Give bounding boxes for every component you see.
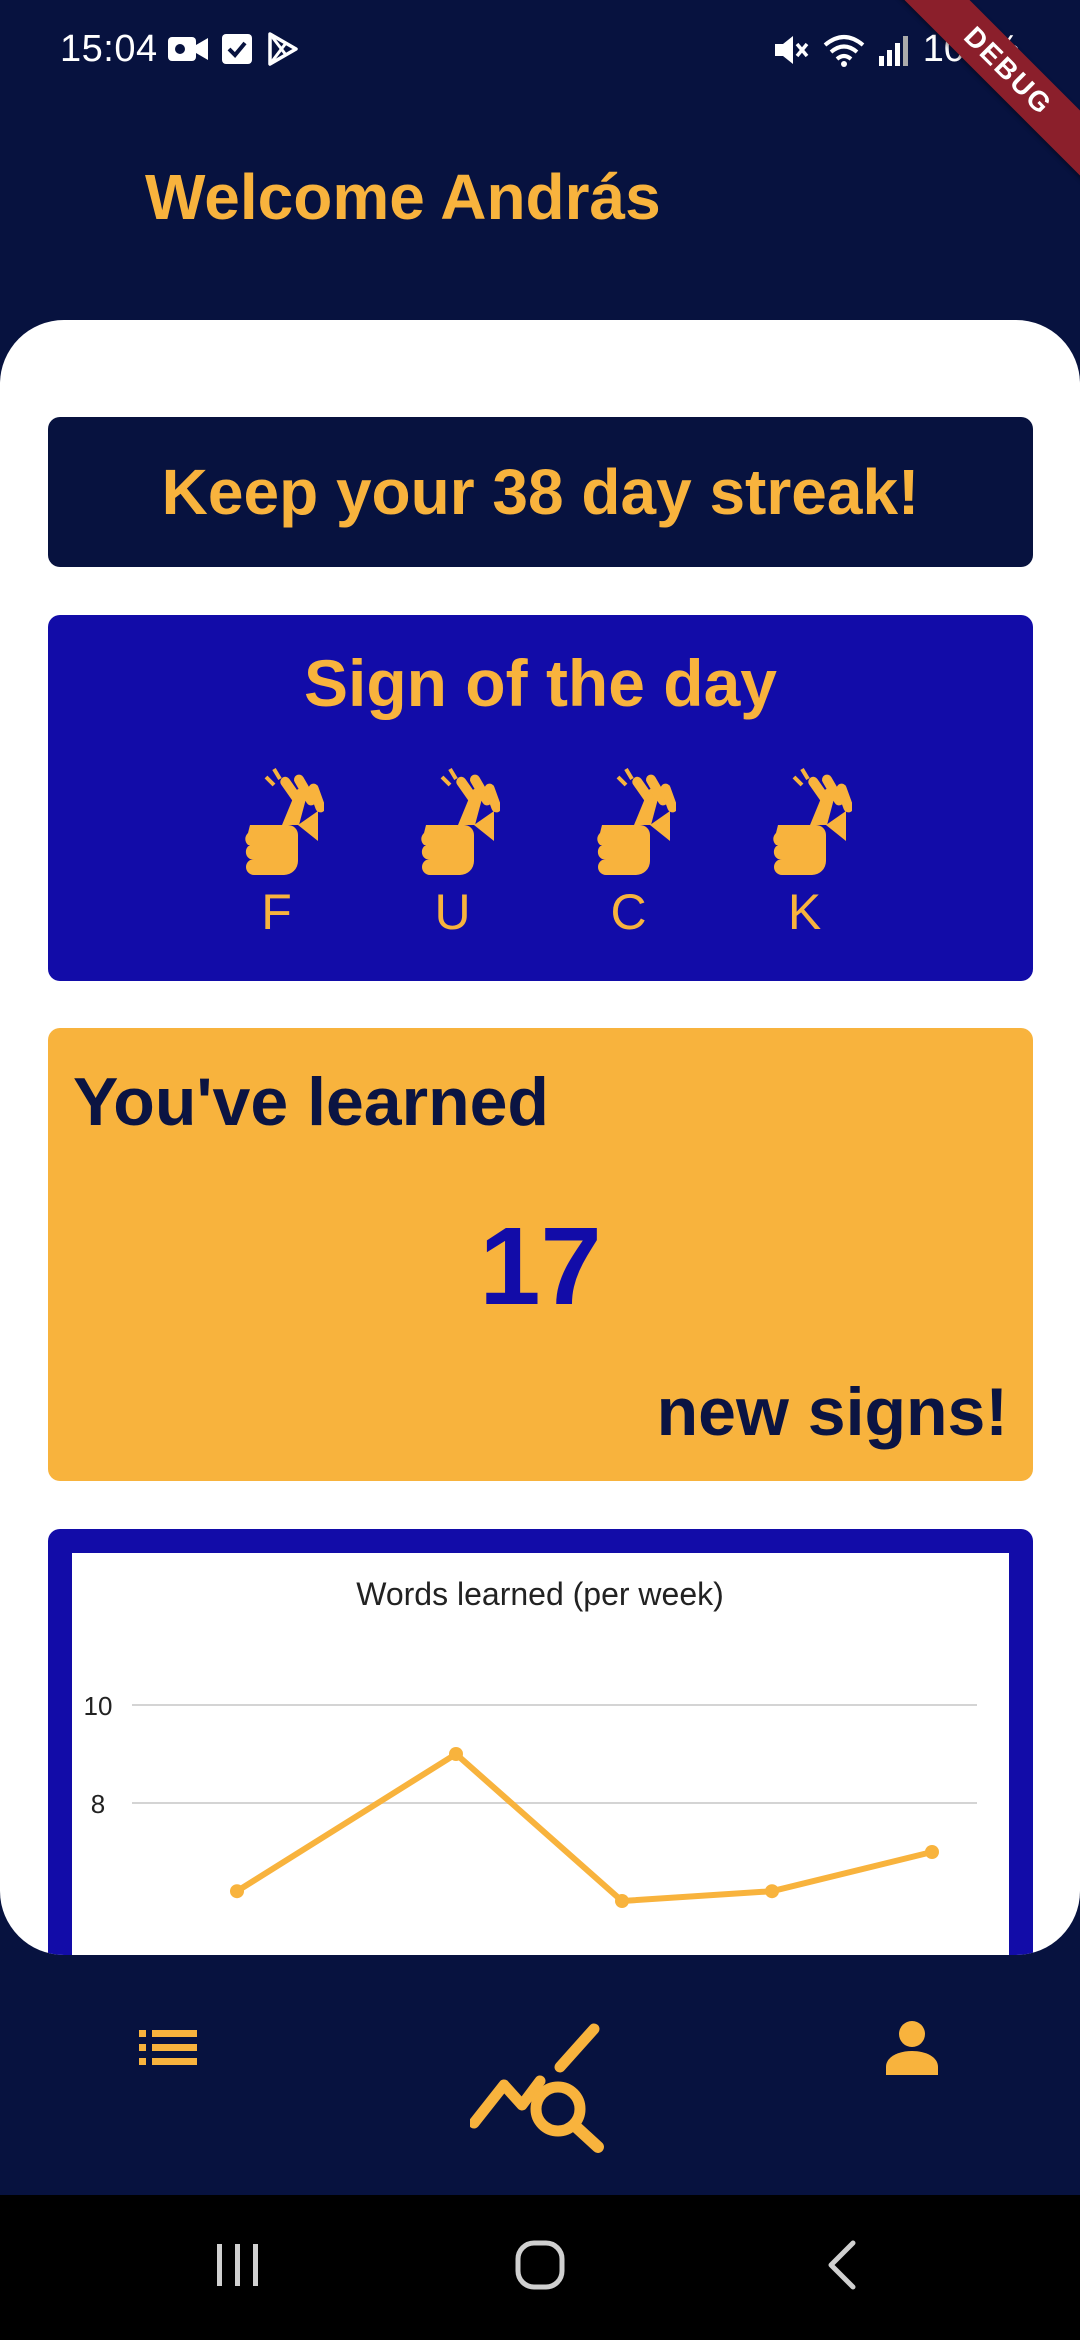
recents-button[interactable]	[178, 2195, 298, 2340]
sign-of-day-card[interactable]: Sign of the day F U C K	[48, 615, 1033, 981]
person-icon	[886, 2020, 938, 2080]
back-icon	[825, 2239, 859, 2296]
sign-letter: C	[582, 765, 677, 940]
nav-analytics-button[interactable]	[465, 2015, 615, 2165]
chart-point	[449, 1747, 463, 1761]
sign-letter: K	[758, 765, 853, 940]
chart-point	[230, 1884, 244, 1899]
sign-hand-icon	[582, 765, 677, 880]
back-button[interactable]	[782, 2195, 902, 2340]
status-time: 15:04	[60, 28, 158, 70]
chart-title: Words learned (per week)	[356, 1576, 724, 1612]
welcome-heading: Welcome András	[145, 161, 661, 233]
home-button[interactable]	[480, 2195, 600, 2340]
check-square-icon	[222, 34, 252, 64]
analytics-search-icon	[468, 2023, 610, 2158]
sign-hand-icon	[406, 765, 501, 880]
learned-suffix: new signs!	[656, 1374, 1008, 1450]
sign-hand-icon	[758, 765, 853, 880]
words-learned-chart: Words learned (per week) 8 10	[84, 1576, 977, 1908]
wifi-icon	[823, 33, 865, 67]
sign-hand-icon	[230, 765, 325, 880]
sign-letters: F U C K	[48, 765, 1033, 938]
chart-y-tick-label: 10	[84, 1691, 113, 1721]
nav-profile-button[interactable]	[862, 1995, 962, 2105]
learned-card: You've learned 17 new signs!	[48, 1028, 1033, 1481]
system-nav-bar	[0, 2195, 1080, 2340]
signal-icon	[878, 34, 909, 66]
learned-count: 17	[479, 1205, 602, 1328]
sign-letter-label: F	[261, 884, 292, 940]
streak-card: Keep your 38 day streak!	[48, 417, 1033, 567]
status-bar: 15:04 100%	[0, 0, 1080, 105]
learned-title: You've learned	[73, 1064, 549, 1140]
sign-letter: F	[230, 765, 325, 940]
chart-point	[765, 1884, 779, 1899]
chart-y-tick-label: 8	[91, 1789, 105, 1819]
sign-letter-label: C	[610, 884, 647, 940]
app-screen: 15:04 100% DEBUG Welcome	[0, 0, 1080, 2340]
chart-card: Words learned (per week) 8 10	[48, 1529, 1033, 1955]
recents-icon	[213, 2242, 263, 2293]
chart-area: Words learned (per week) 8 10	[72, 1553, 1009, 1955]
status-left-icons	[168, 32, 300, 66]
bottom-nav	[0, 1955, 1080, 2195]
sign-letter: U	[406, 765, 501, 940]
nav-list-button[interactable]	[118, 1995, 218, 2105]
home-icon	[514, 2239, 566, 2296]
sign-letter-label: U	[434, 884, 471, 940]
chart-series-line	[235, 1751, 933, 1904]
list-icon	[139, 2029, 197, 2071]
streak-text: Keep your 38 day streak!	[161, 456, 920, 528]
chart-point	[925, 1845, 939, 1859]
sign-letter-label: K	[787, 884, 822, 940]
video-icon	[168, 34, 208, 64]
chart-point	[615, 1894, 629, 1908]
mute-icon	[773, 33, 809, 67]
sign-of-day-title: Sign of the day	[303, 646, 778, 720]
play-store-icon	[266, 32, 300, 66]
main-content-card[interactable]: Keep your 38 day streak! Sign of the day	[0, 320, 1080, 1955]
